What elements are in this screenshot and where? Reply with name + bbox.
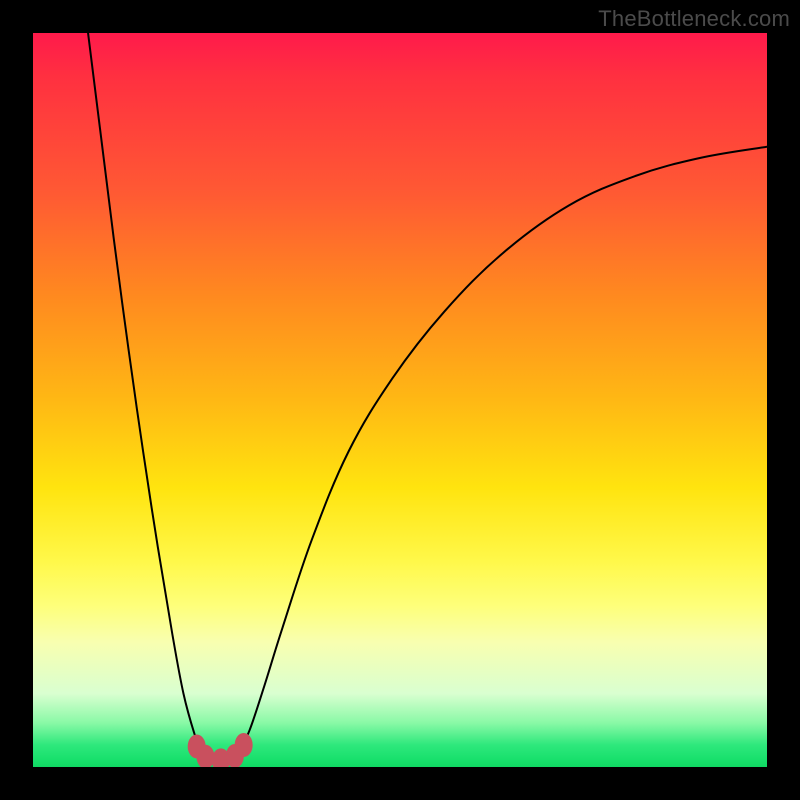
curve-right-branch — [231, 147, 767, 760]
watermark-text: TheBottleneck.com — [598, 6, 790, 32]
bottom-marker-group — [188, 733, 253, 767]
chart-svg — [33, 33, 767, 767]
bottom-marker — [235, 733, 253, 757]
outer-frame: TheBottleneck.com — [0, 0, 800, 800]
plot-area — [33, 33, 767, 767]
curve-left-branch — [88, 33, 209, 760]
